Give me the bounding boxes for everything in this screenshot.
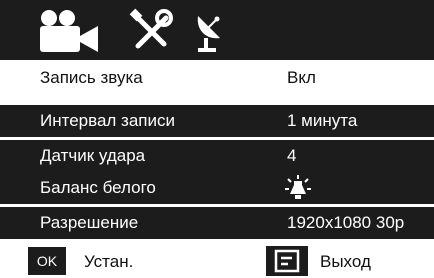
exit-hint-label: Выход [320,252,371,271]
menu-item-value: 1920x1080 30p [287,213,405,232]
menu-item-recording-interval[interactable]: Интервал записи 1 минута [0,105,434,137]
menu-item-value: Вкл [287,68,316,87]
menu-item-gsensor[interactable]: Датчик удара 4 [0,140,434,172]
bottom-hint-bar: OK Устан. Выход [0,244,434,278]
menu-item-value: 1 минута [287,111,358,130]
menu-item-label: Датчик удара [40,146,146,165]
menu-item-label: Интервал записи [40,111,175,130]
lightbulb-icon [285,175,311,201]
menu-item-label: Разрешение [40,213,139,232]
menu-box-icon[interactable] [266,246,308,276]
satellite-dish-icon[interactable] [192,8,226,54]
menu-item-white-balance[interactable]: Баланс белого [0,172,434,204]
menu-item-resolution[interactable]: Разрешение 1920x1080 30p [0,207,434,239]
category-icon-bar [0,0,434,60]
camera-settings-screen: Запись звука Вкл Интервал записи 1 минут… [0,0,434,278]
tools-icon[interactable] [128,8,174,54]
set-hint-label: Устан. [84,252,134,271]
ok-button[interactable]: OK [28,247,66,275]
menu-item-label: Запись звука [40,68,143,87]
menu-item-audio-recording[interactable]: Запись звука Вкл [0,62,434,94]
ok-button-label: OK [36,253,58,269]
video-camera-icon[interactable] [38,8,100,54]
menu-item-value: 4 [287,146,297,165]
menu-item-label: Баланс белого [40,178,156,197]
